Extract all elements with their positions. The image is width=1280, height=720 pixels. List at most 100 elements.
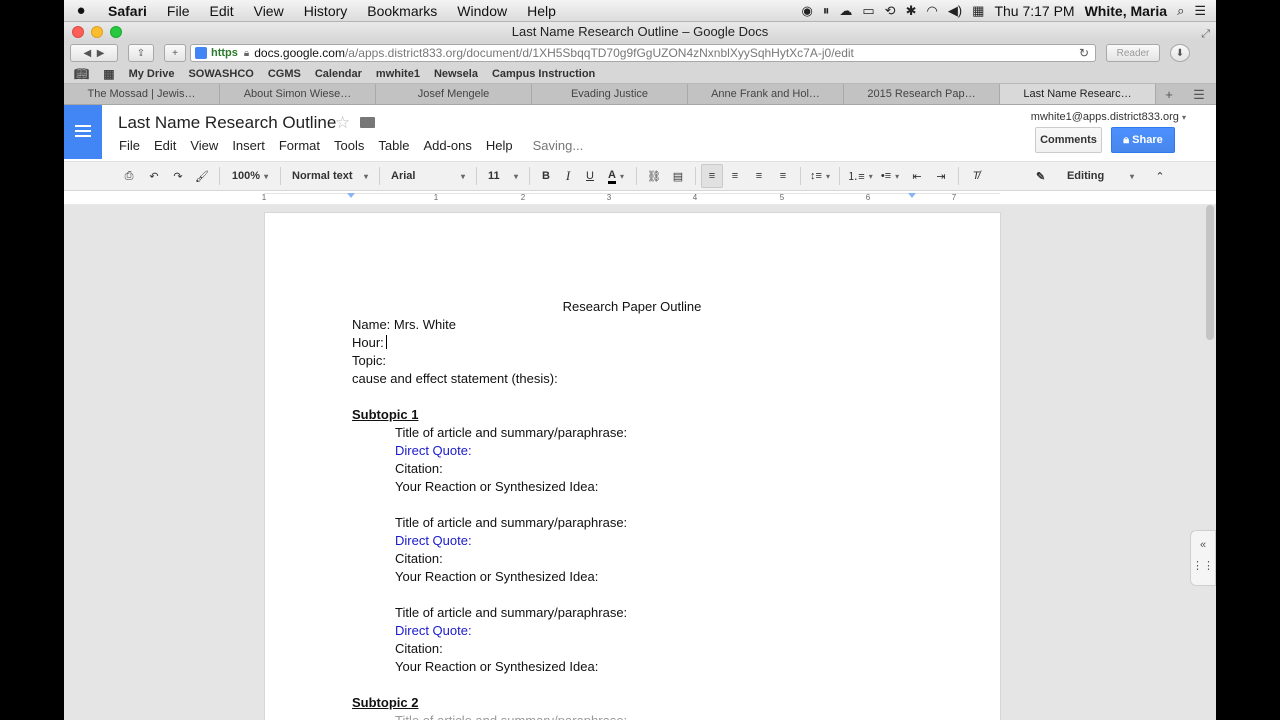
bookmark-my-drive[interactable]: My Drive <box>129 68 175 80</box>
text-color-button[interactable]: A ▾ <box>601 164 631 188</box>
menu-history[interactable]: History <box>294 3 358 19</box>
docs-menu-insert[interactable]: Insert <box>232 138 265 153</box>
docs-menu-table[interactable]: Table <box>378 138 409 153</box>
input-menu-icon[interactable]: ▦ <box>972 3 984 19</box>
line-spacing-icon[interactable]: ↕≡ ▾ <box>806 164 834 188</box>
docs-menu-tools[interactable]: Tools <box>334 138 364 153</box>
bluetooth-icon[interactable]: ✱ <box>906 3 917 19</box>
back-icon[interactable]: ◀ <box>84 48 92 59</box>
pause-icon[interactable]: ⏸ <box>823 3 830 19</box>
zoom-select[interactable]: 100% ▾ <box>225 164 275 188</box>
close-window-button[interactable] <box>72 26 84 38</box>
reload-icon[interactable]: ↻ <box>1079 46 1089 60</box>
fullscreen-icon[interactable]: ⤢ <box>1201 24 1210 44</box>
share-button[interactable]: 🔒︎ Share <box>1111 127 1175 153</box>
underline-button[interactable]: U <box>579 164 601 188</box>
bookmark-cgms[interactable]: CGMS <box>268 68 301 80</box>
zoom-window-button[interactable] <box>110 26 122 38</box>
decrease-indent-icon[interactable]: ⇤ <box>905 164 929 188</box>
undo-icon[interactable]: ↶ <box>142 164 166 188</box>
side-panel-toggle[interactable]: « ⋮⋮ <box>1190 530 1216 586</box>
volume-icon[interactable]: ◀) <box>948 3 962 19</box>
bookmark-campus-instruction[interactable]: Campus Instruction <box>492 68 595 80</box>
align-justify-icon[interactable]: ≡ <box>771 164 795 188</box>
align-center-icon[interactable]: ≡ <box>723 164 747 188</box>
link-icon[interactable]: ⛓︎ <box>642 164 666 188</box>
star-icon[interactable]: ☆ <box>335 113 350 133</box>
clock[interactable]: Thu 7:17 PM <box>994 3 1074 19</box>
bookmark-sowashco[interactable]: SOWASHCO <box>188 68 253 80</box>
bookmark-calendar[interactable]: Calendar <box>315 68 362 80</box>
document-page[interactable]: Research Paper Outline Name: Mrs. White … <box>265 213 1000 720</box>
new-tab-button[interactable]: + <box>164 44 186 62</box>
time-machine-icon[interactable]: ⟲ <box>885 3 896 19</box>
airplay-icon[interactable]: ▭ <box>862 3 874 19</box>
docs-menu-addons[interactable]: Add-ons <box>423 138 471 153</box>
tab-2015-research[interactable]: 2015 Research Pap… <box>844 84 1000 104</box>
redo-icon[interactable]: ↷ <box>166 164 190 188</box>
docs-menu-help[interactable]: Help <box>486 138 513 153</box>
reader-button[interactable]: Reader <box>1106 44 1160 62</box>
ruler-track[interactable]: 1 1 2 3 4 5 6 7 <box>262 193 1000 203</box>
font-size-select[interactable]: 11 ▾ <box>482 164 524 188</box>
increase-indent-icon[interactable]: ⇥ <box>929 164 953 188</box>
clear-formatting-icon[interactable]: T̸ <box>964 164 988 188</box>
notification-list-icon[interactable]: ☰ <box>1194 3 1206 19</box>
tab-last-name-research[interactable]: Last Name Researc… <box>1000 84 1156 104</box>
back-forward-buttons[interactable]: ◀ ▶ <box>70 44 118 62</box>
user-name[interactable]: White, Maria <box>1085 3 1167 19</box>
minimize-window-button[interactable] <box>91 26 103 38</box>
align-left-icon[interactable]: ≡ <box>701 164 723 188</box>
editing-mode-select[interactable]: ✎ Editing ▾ <box>1030 164 1140 188</box>
menu-help[interactable]: Help <box>517 3 566 19</box>
tab-simon-wiesenthal[interactable]: About Simon Wiese… <box>220 84 376 104</box>
docs-home-icon[interactable] <box>64 105 102 159</box>
address-bar[interactable]: https 🔒︎ docs.google.com /a/apps.distric… <box>190 44 1096 62</box>
bookmark-mwhite1[interactable]: mwhite1 <box>376 68 420 80</box>
menu-window[interactable]: Window <box>447 3 517 19</box>
top-sites-icon[interactable]: ▦ <box>103 67 114 81</box>
comments-button[interactable]: Comments <box>1035 127 1102 153</box>
numbered-list-icon[interactable]: ⒈≡ ▾ <box>845 164 875 188</box>
right-indent-marker[interactable] <box>908 193 916 198</box>
font-select[interactable]: Arial ▾ <box>385 164 471 188</box>
docs-menu-view[interactable]: View <box>190 138 218 153</box>
left-indent-marker[interactable] <box>347 193 355 198</box>
document-body[interactable]: Research Paper Outline Name: Mrs. White … <box>352 298 912 720</box>
share-page-button[interactable]: ⇪ <box>128 44 154 62</box>
docs-menu-edit[interactable]: Edit <box>154 138 176 153</box>
menu-file[interactable]: File <box>157 3 200 19</box>
document-title[interactable]: Last Name Research Outline <box>118 113 336 133</box>
sync-icon[interactable]: ☁ <box>839 3 852 19</box>
menu-view[interactable]: View <box>244 3 294 19</box>
downloads-button[interactable]: ⬇ <box>1170 44 1190 62</box>
tab-anne-frank[interactable]: Anne Frank and Hol… <box>688 84 844 104</box>
menu-safari[interactable]: Safari <box>98 3 157 19</box>
reading-list-icon[interactable]: 📖︎ <box>74 67 89 81</box>
style-select[interactable]: Normal text ▾ <box>286 164 374 188</box>
apple-icon[interactable]: ● <box>64 2 98 19</box>
wifi-icon[interactable]: ◠ <box>926 3 937 19</box>
print-icon[interactable]: ⎙ <box>116 164 142 188</box>
record-icon[interactable]: ◉ <box>802 3 813 19</box>
collapse-menus-icon[interactable]: ⌃ <box>1148 164 1172 188</box>
docs-menu-file[interactable]: File <box>119 138 140 153</box>
bulleted-list-icon[interactable]: •≡ ▾ <box>875 164 905 188</box>
docs-menu-format[interactable]: Format <box>279 138 320 153</box>
tab-overview-icon[interactable]: ☰ <box>1182 84 1216 104</box>
italic-button[interactable]: I <box>557 164 579 188</box>
menu-edit[interactable]: Edit <box>199 3 243 19</box>
tab-evading-justice[interactable]: Evading Justice <box>532 84 688 104</box>
add-tab-icon[interactable]: + <box>1156 84 1182 104</box>
forward-icon[interactable]: ▶ <box>97 48 105 59</box>
paint-format-icon[interactable]: 🖌︎ <box>190 164 214 188</box>
vertical-scrollbar[interactable] <box>1206 205 1214 340</box>
align-right-icon[interactable]: ≡ <box>747 164 771 188</box>
tab-mossad[interactable]: The Mossad | Jewis… <box>64 84 220 104</box>
tab-josef-mengele[interactable]: Josef Mengele <box>376 84 532 104</box>
menu-bookmarks[interactable]: Bookmarks <box>357 3 447 19</box>
comment-icon[interactable]: ▤ <box>666 164 690 188</box>
bold-button[interactable]: B <box>535 164 557 188</box>
spotlight-icon[interactable]: ⌕ <box>1177 3 1184 19</box>
bookmark-newsela[interactable]: Newsela <box>434 68 478 80</box>
